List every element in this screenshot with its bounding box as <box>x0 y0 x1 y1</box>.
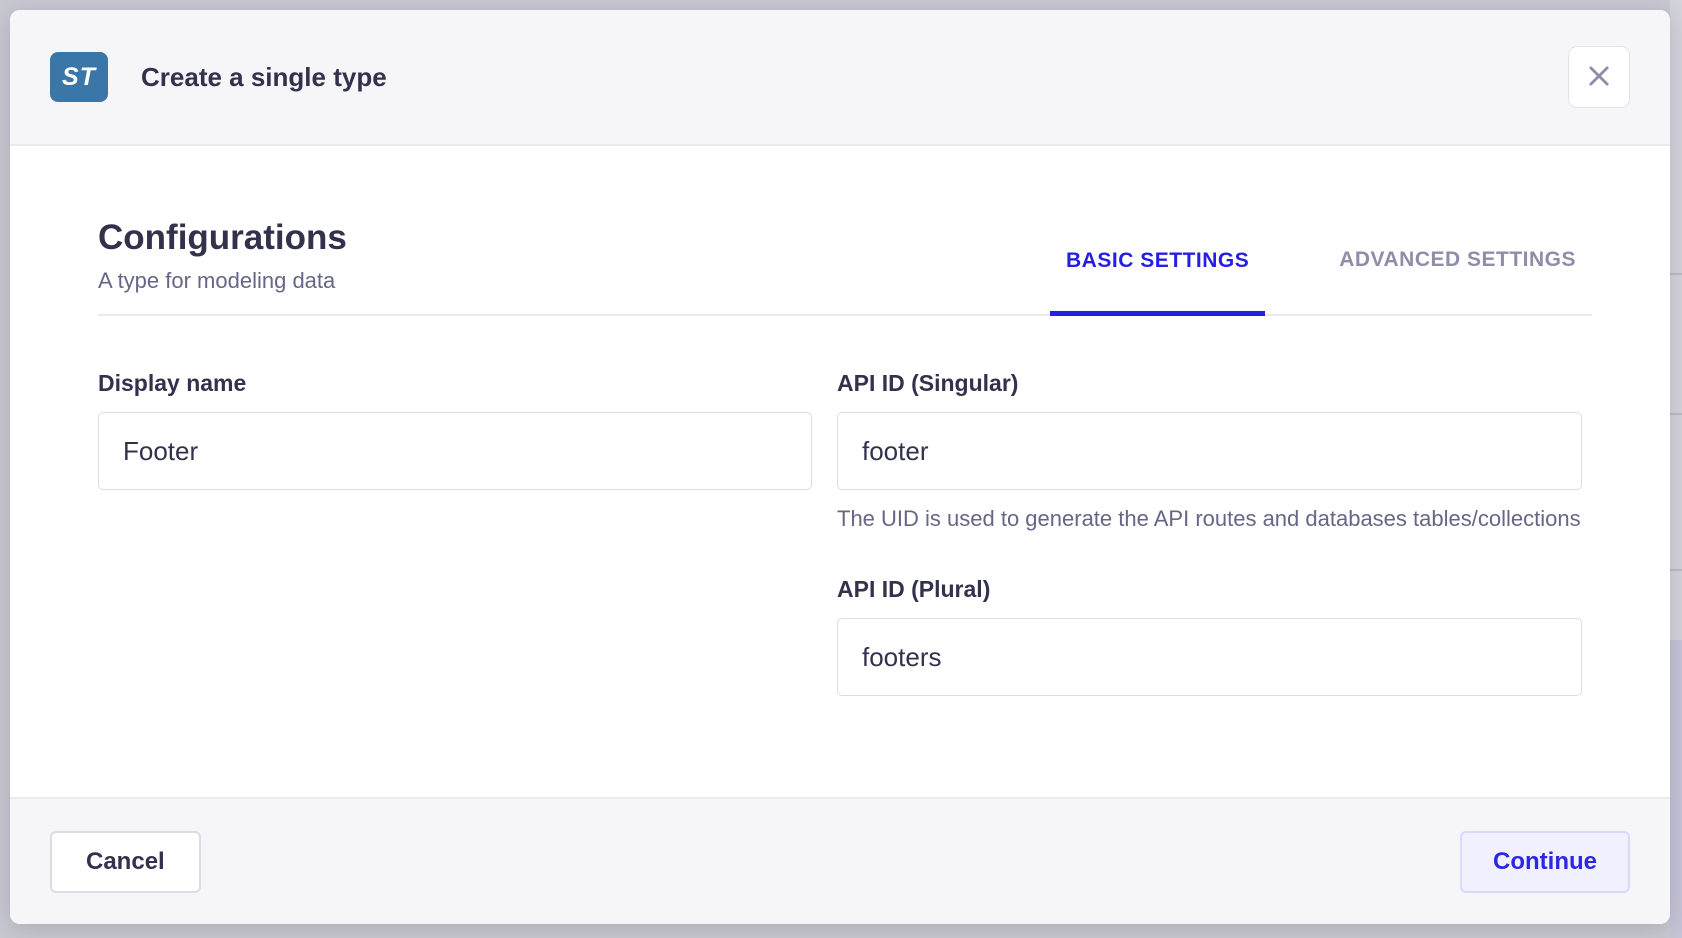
api-id-singular-label: API ID (Singular) <box>837 370 1582 397</box>
api-id-plural-input[interactable] <box>837 618 1582 696</box>
backdrop-row-divider <box>1670 413 1682 415</box>
settings-tabs: BASIC SETTINGS ADVANCED SETTINGS <box>1050 248 1592 314</box>
modal-header: ST Create a single type <box>10 10 1670 146</box>
cancel-button[interactable]: Cancel <box>50 831 201 893</box>
api-id-singular-field-group: API ID (Singular) The UID is used to gen… <box>837 370 1582 534</box>
api-id-plural-label: API ID (Plural) <box>837 576 1582 603</box>
configurations-form: Display name API ID (Singular) The UID i… <box>98 370 1592 696</box>
display-name-input[interactable] <box>98 412 812 490</box>
display-name-label: Display name <box>98 370 812 397</box>
form-right-column: API ID (Singular) The UID is used to gen… <box>837 370 1582 696</box>
backdrop-panel <box>1670 640 1682 938</box>
create-single-type-modal: ST Create a single type Configurations A… <box>10 10 1670 924</box>
api-id-plural-field-group: API ID (Plural) <box>837 576 1582 696</box>
api-id-singular-input[interactable] <box>837 412 1582 490</box>
configurations-subheading: A type for modeling data <box>98 268 347 294</box>
close-button[interactable] <box>1568 46 1630 108</box>
backdrop-row-divider <box>1670 273 1682 275</box>
close-icon <box>1585 62 1613 93</box>
single-type-badge-icon: ST <box>50 52 108 102</box>
form-left-column: Display name <box>98 370 812 696</box>
modal-body: Configurations A type for modeling data … <box>10 146 1670 797</box>
configurations-heading-block: Configurations A type for modeling data <box>98 218 347 314</box>
backdrop-row-divider <box>1670 569 1682 571</box>
tab-basic-settings[interactable]: BASIC SETTINGS <box>1050 248 1265 316</box>
configurations-header-row: Configurations A type for modeling data … <box>98 218 1592 316</box>
api-id-singular-hint: The UID is used to generate the API rout… <box>837 503 1582 534</box>
modal-footer: Cancel Continue <box>10 797 1670 924</box>
continue-button[interactable]: Continue <box>1460 831 1630 893</box>
configurations-heading: Configurations <box>98 218 347 258</box>
modal-title: Create a single type <box>141 62 387 93</box>
page-backdrop-content-strip <box>1670 0 1682 938</box>
badge-label: ST <box>62 63 96 92</box>
tab-advanced-settings[interactable]: ADVANCED SETTINGS <box>1323 248 1592 314</box>
display-name-field-group: Display name <box>98 370 812 490</box>
